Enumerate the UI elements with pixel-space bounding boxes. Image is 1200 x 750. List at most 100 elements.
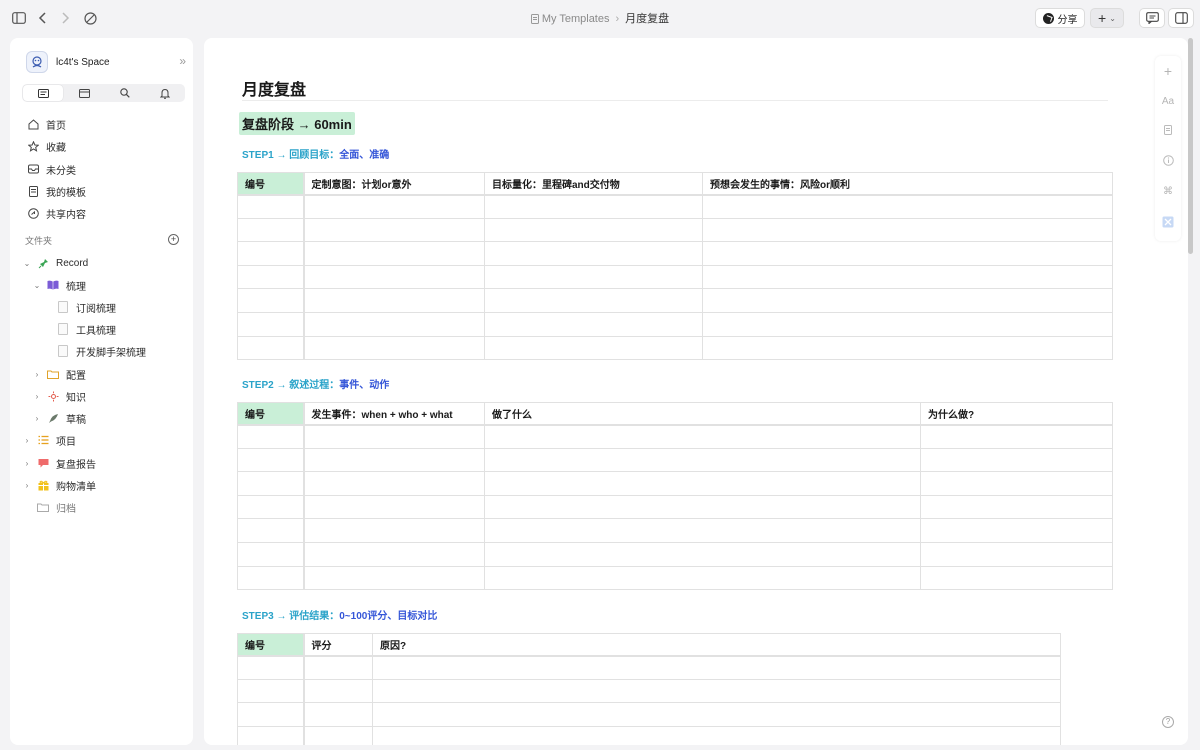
step1-heading[interactable]: STEP1 → 回顾目标：全面、准确 [242,146,389,161]
tab-calendar[interactable] [64,84,104,102]
text-style-icon[interactable]: Aa [1155,96,1181,107]
table-cell[interactable] [484,424,921,449]
table-cell[interactable] [702,335,1113,361]
table-cell[interactable] [237,424,305,449]
table-cell[interactable] [372,655,1061,680]
table-cell[interactable] [920,471,1113,496]
right-panel-toggle[interactable] [1168,8,1194,28]
table-cell[interactable] [237,565,305,591]
comments-button[interactable] [1139,8,1165,28]
tree-folder-archive[interactable]: 归档 [36,497,76,517]
table-cell[interactable] [920,541,1113,567]
table-cell[interactable] [920,494,1113,520]
table-cell[interactable] [484,311,703,337]
table-cell[interactable] [237,702,305,727]
nav-uncategorized[interactable]: 未分类 [26,159,76,179]
table-cell[interactable] [237,311,305,337]
nav-favorites[interactable]: 收藏 [26,136,66,156]
table-cell[interactable] [303,311,485,337]
table-cell[interactable] [303,194,485,219]
scrollbar[interactable] [1188,38,1193,254]
table-header-cell[interactable]: 编号 [237,402,305,426]
image-icon[interactable] [1155,216,1181,231]
command-icon[interactable]: ⌘ [1155,186,1181,197]
table-header-cell[interactable]: 做了什么 [484,402,921,426]
table-cell[interactable] [372,725,1061,745]
table-header-cell[interactable]: 发生事件：when + who + what [303,402,485,426]
table-cell[interactable] [303,702,373,727]
table-cell[interactable] [303,725,373,745]
step2-heading[interactable]: STEP2 → 叙述过程：事件、动作 [242,376,389,391]
section-heading[interactable]: 复盘阶段 → 60min [239,112,355,135]
table-cell[interactable] [237,194,305,219]
tree-folder-knowledge[interactable]: › 知识 [32,386,86,406]
table-cell[interactable] [702,288,1113,313]
table-cell[interactable] [237,541,305,567]
table-header-cell[interactable]: 评分 [303,633,373,657]
space-header[interactable]: lc4t's Space » [26,51,186,73]
table-cell[interactable] [237,241,305,266]
table-header-cell[interactable]: 原因? [372,633,1061,657]
table-cell[interactable] [303,541,485,567]
table-cell[interactable] [237,518,305,543]
table-cell[interactable] [303,424,485,449]
table-cell[interactable] [237,494,305,520]
tree-folder-drafts[interactable]: › 草稿 [32,408,86,428]
table-cell[interactable] [920,424,1113,449]
collapse-sidebar-icon[interactable]: » [179,54,186,68]
nav-my-templates[interactable]: 我的模板 [26,181,86,201]
add-button[interactable]: + ⌄ [1090,8,1124,28]
table-cell[interactable] [484,217,703,243]
step3-heading[interactable]: STEP3 → 评估结果：0~100评分、目标对比 [242,607,437,622]
table-cell[interactable] [920,565,1113,591]
table-cell[interactable] [303,241,485,266]
table-cell[interactable] [303,655,373,680]
table-cell[interactable] [237,655,305,680]
share-button[interactable]: 分享 [1035,8,1085,28]
table-cell[interactable] [484,518,921,543]
table-cell[interactable] [303,494,485,520]
info-icon[interactable] [1155,155,1181,169]
table-cell[interactable] [237,725,305,745]
table-cell[interactable] [237,678,305,704]
tree-folder-shopping[interactable]: › 购物清单 [22,475,96,495]
table-cell[interactable] [303,335,485,361]
table-cell[interactable] [303,264,485,290]
table-cell[interactable] [484,447,921,473]
document-info-icon[interactable] [1155,125,1181,138]
table-header-cell[interactable]: 目标量化：里程碑and交付物 [484,172,703,196]
tree-folder-projects[interactable]: › 项目 [22,430,76,450]
table-cell[interactable] [237,447,305,473]
tab-search[interactable] [105,84,145,102]
table-cell[interactable] [702,194,1113,219]
tree-doc-tools[interactable]: 工具梳理 [56,319,116,339]
table-cell[interactable] [303,447,485,473]
table-header-cell[interactable]: 预想会发生的事情：风险or顺利 [702,172,1113,196]
table-header-cell[interactable]: 编号 [237,172,305,196]
table-cell[interactable] [484,194,703,219]
add-folder-icon[interactable]: + [168,234,179,245]
table-cell[interactable] [372,702,1061,727]
tree-doc-subscriptions[interactable]: 订阅梳理 [56,297,116,317]
tree-folder-config[interactable]: › 配置 [32,364,86,384]
table-cell[interactable] [303,565,485,591]
table-header-cell[interactable]: 编号 [237,633,305,657]
table-cell[interactable] [237,264,305,290]
table-cell[interactable] [303,678,373,704]
add-block-icon[interactable]: + [1155,63,1181,79]
table-cell[interactable] [237,288,305,313]
table-cell[interactable] [484,241,703,266]
breadcrumb-parent[interactable]: My Templates [542,13,610,25]
table-cell[interactable] [237,335,305,361]
page-title[interactable]: 月度复盘 [242,76,306,100]
table-cell[interactable] [484,565,921,591]
table-cell[interactable] [484,494,921,520]
tree-doc-scaffold[interactable]: 开发脚手架梳理 [56,341,146,361]
tree-folder-shuli[interactable]: ⌄ 梳理 [32,275,86,295]
table-cell[interactable] [303,288,485,313]
table-cell[interactable] [237,217,305,243]
table-cell[interactable] [303,217,485,243]
table-cell[interactable] [372,678,1061,704]
table-header-cell[interactable]: 定制意图：计划or意外 [303,172,485,196]
table-cell[interactable] [303,471,485,496]
